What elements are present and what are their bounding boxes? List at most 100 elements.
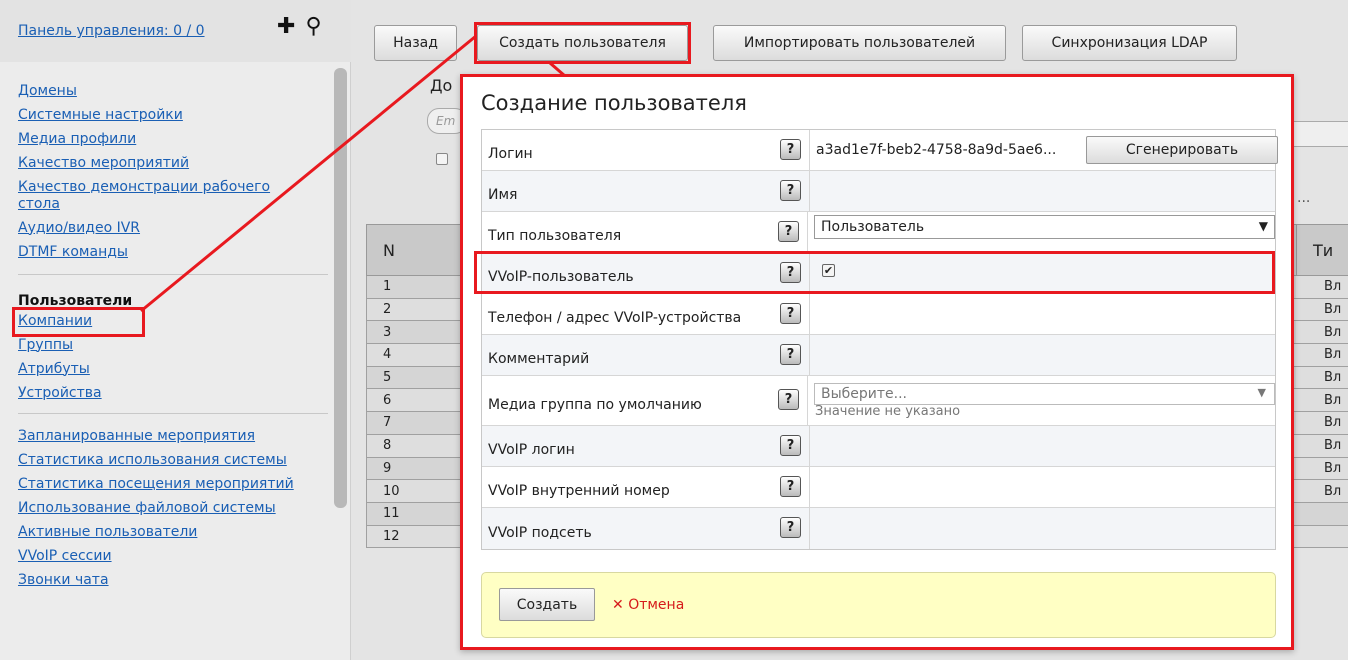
field-label: Телефон / адрес VVoIP-устройства: [488, 310, 742, 326]
help-icon[interactable]: ?: [778, 389, 799, 410]
sidebar-item-chat-calls[interactable]: Звонки чата: [18, 568, 328, 592]
dialog-footer: Создать ✕ Отмена: [481, 572, 1276, 638]
media-group-select[interactable]: Выберите... ▼: [814, 382, 1275, 405]
user-type-select[interactable]: Пользователь ▼: [814, 215, 1275, 239]
field-label: VVoIP подсеть: [488, 524, 592, 541]
filter-checkbox[interactable]: [436, 153, 448, 165]
sidebar-nav: Домены Системные настройки Медиа профили…: [18, 79, 328, 592]
sidebar-header-icons: ✚ ⚲: [277, 14, 332, 39]
create-user-button[interactable]: Создать пользователя: [477, 25, 688, 61]
sidebar: Панель управления: 0 / 0 ✚ ⚲ Домены Систе…: [0, 0, 351, 660]
form-row-login: Логин? a3ad1e7f-beb2-4758-8a9d-5ae6... С…: [482, 130, 1278, 171]
dialog-title: Создание пользователя: [481, 91, 747, 115]
form-row-phone: Телефон / адрес VVoIP-устройства?: [482, 294, 1275, 335]
cancel-link[interactable]: ✕ Отмена: [612, 597, 684, 613]
field-label: Имя: [488, 187, 518, 203]
sidebar-item-system-usage-stats[interactable]: Статистика использования системы: [18, 448, 328, 472]
help-icon[interactable]: ?: [780, 517, 801, 538]
media-group-placeholder: Выберите...: [821, 385, 908, 402]
ldap-sync-button[interactable]: Синхронизация LDAP: [1022, 25, 1237, 61]
field-label: Тип пользователя: [488, 228, 622, 244]
type-column: Ти Вл Вл Вл Вл Вл Вл Вл Вл Вл Вл: [1296, 224, 1348, 503]
form-row-vvoip-user: VVoIP-пользователь? ✔: [482, 253, 1275, 294]
sidebar-item-media-profiles[interactable]: Медиа профили: [18, 127, 328, 151]
sidebar-divider: [18, 413, 328, 414]
vvoip-user-checkbox[interactable]: ✔: [822, 263, 835, 277]
phone-field[interactable]: [810, 294, 1275, 334]
chevron-down-icon: ▼: [1258, 219, 1268, 233]
dashboard-link[interactable]: Панель управления: 0 / 0: [18, 23, 205, 39]
generate-button[interactable]: Сгенерировать: [1086, 136, 1278, 164]
domain-label: До: [430, 76, 453, 95]
field-label: VVoIP-пользователь: [488, 269, 634, 285]
sidebar-item-event-quality[interactable]: Качество мероприятий: [18, 151, 328, 175]
sidebar-item-scheduled-events[interactable]: Запланированные мероприятия: [18, 424, 328, 448]
sidebar-divider: [18, 274, 328, 275]
sidebar-item-attributes[interactable]: Атрибуты: [18, 357, 328, 381]
search-icon[interactable]: ⚲: [305, 14, 321, 39]
table-cell: Вл: [1296, 480, 1348, 503]
field-label: Комментарий: [488, 351, 590, 367]
help-icon[interactable]: ?: [780, 262, 801, 283]
sidebar-item-attendance-stats[interactable]: Статистика посещения мероприятий: [18, 472, 328, 496]
form-row-vvoip-login: VVoIP логин?: [482, 426, 1275, 467]
user-type-value: Пользователь: [821, 219, 925, 235]
help-icon[interactable]: ?: [780, 476, 801, 497]
media-group-hint: Значение не указано: [815, 404, 961, 419]
help-icon[interactable]: ?: [780, 139, 801, 160]
user-form: Логин? a3ad1e7f-beb2-4758-8a9d-5ae6... С…: [481, 129, 1278, 550]
create-user-dialog: Создание пользователя Логин? a3ad1e7f-be…: [460, 74, 1294, 650]
help-icon[interactable]: ?: [778, 221, 799, 242]
help-icon[interactable]: ?: [780, 180, 801, 201]
sidebar-scrollbar[interactable]: [334, 68, 347, 508]
login-field[interactable]: a3ad1e7f-beb2-4758-8a9d-5ae6...: [816, 142, 1056, 158]
sidebar-item-groups[interactable]: Группы: [18, 333, 328, 357]
form-row-media-group: Медиа группа по умолчанию? Выберите... ▼…: [482, 376, 1275, 426]
chevron-down-icon: ▼: [1257, 385, 1266, 399]
comment-field[interactable]: [810, 335, 1275, 375]
back-button[interactable]: Назад: [374, 25, 457, 61]
name-field[interactable]: [810, 171, 1275, 211]
cancel-label: Отмена: [628, 597, 685, 613]
search-field[interactable]: [1292, 121, 1348, 147]
ellipsis-text: ...: [1297, 190, 1311, 206]
sidebar-item-companies[interactable]: Компании: [18, 309, 328, 333]
table-cell: Вл: [1296, 321, 1348, 345]
form-row-name: Имя?: [482, 171, 1275, 212]
sidebar-item-system-settings[interactable]: Системные настройки: [18, 103, 328, 127]
vvoip-subnet-field[interactable]: [810, 508, 1275, 549]
plus-icon[interactable]: ✚: [277, 14, 295, 39]
table-cell: Вл: [1296, 389, 1348, 413]
table-cell: Вл: [1296, 298, 1348, 322]
table-cell: Вл: [1296, 434, 1348, 458]
sidebar-item-vvoip-sessions[interactable]: VVoIP сессии: [18, 544, 328, 568]
sidebar-item-devices[interactable]: Устройства: [18, 381, 328, 405]
close-icon: ✕: [612, 597, 624, 613]
vvoip-extension-field[interactable]: [810, 467, 1275, 507]
field-label: VVoIP логин: [488, 442, 575, 458]
create-button[interactable]: Создать: [499, 588, 595, 621]
sidebar-item-desktop-quality[interactable]: Качество демонстрации рабочего стола: [18, 175, 288, 216]
sidebar-item-filesystem-usage[interactable]: Использование файловой системы: [18, 496, 328, 520]
sidebar-item-domains[interactable]: Домены: [18, 79, 328, 103]
help-icon[interactable]: ?: [780, 303, 801, 324]
table-cell: Вл: [1296, 366, 1348, 390]
sidebar-item-av-ivr[interactable]: Аудио/видео IVR: [18, 216, 328, 240]
field-label: VVoIP внутренний номер: [488, 483, 670, 499]
sidebar-item-dtmf[interactable]: DTMF команды: [18, 240, 328, 264]
form-row-user-type: Тип пользователя? Пользователь ▼: [482, 212, 1275, 253]
sidebar-item-active-users[interactable]: Активные пользователи: [18, 520, 328, 544]
sidebar-item-users[interactable]: Пользователи: [18, 285, 328, 309]
help-icon[interactable]: ?: [780, 435, 801, 456]
vvoip-login-field[interactable]: [810, 426, 1275, 466]
sidebar-header: Панель управления: 0 / 0 ✚ ⚲: [0, 0, 351, 62]
table-cell: Вл: [1296, 276, 1348, 299]
table-cell: Вл: [1296, 344, 1348, 367]
help-icon[interactable]: ?: [780, 344, 801, 365]
table-header-type[interactable]: Ти: [1296, 224, 1348, 276]
field-label: Медиа группа по умолчанию: [488, 396, 702, 413]
form-row-vvoip-subnet: VVoIP подсеть?: [482, 508, 1275, 549]
import-users-button[interactable]: Импортировать пользователей: [713, 25, 1006, 61]
field-label: Логин: [488, 146, 533, 162]
form-row-vvoip-extension: VVoIP внутренний номер?: [482, 467, 1275, 508]
